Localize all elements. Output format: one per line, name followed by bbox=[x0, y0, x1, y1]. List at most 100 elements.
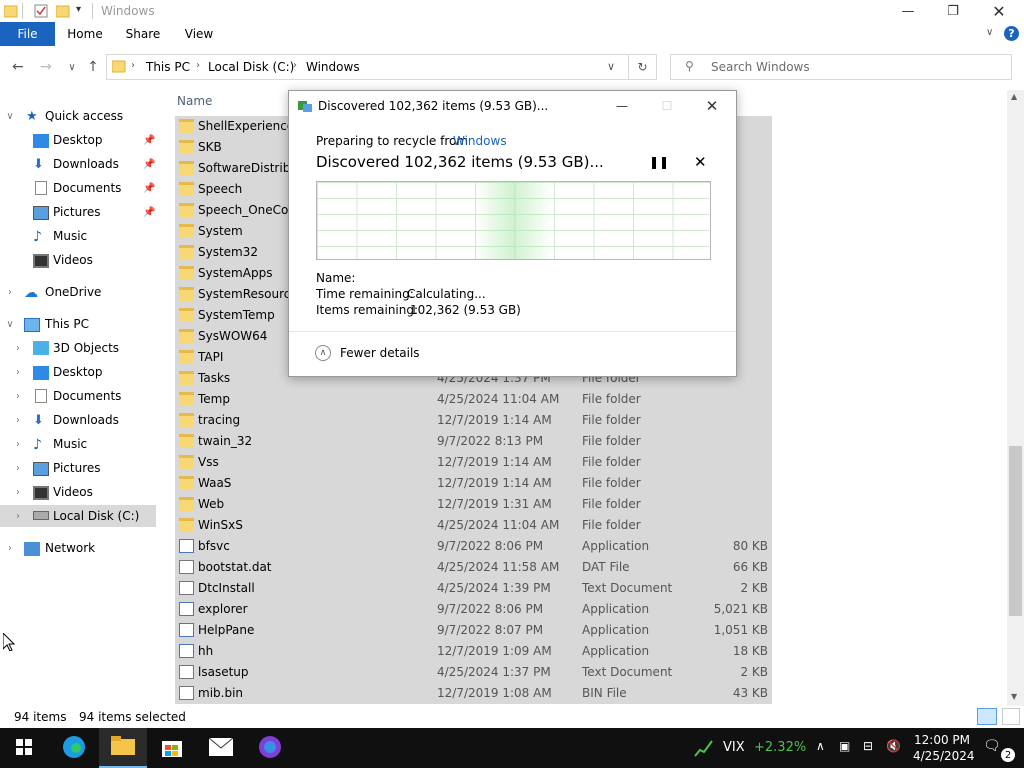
breadcrumb-local-disk[interactable]: Local Disk (C:) bbox=[208, 60, 294, 74]
breadcrumb-windows[interactable]: Windows bbox=[306, 60, 360, 74]
start-button[interactable] bbox=[0, 728, 48, 768]
file-row[interactable]: Web 12/7/2019 1:31 AM File folder bbox=[175, 494, 772, 515]
file-row[interactable]: hh 12/7/2019 1:09 AM Application 18 KB bbox=[175, 641, 772, 662]
file-row[interactable]: bootstat.dat 4/25/2024 11:58 AM DAT File 66… bbox=[175, 557, 772, 578]
stock-change[interactable]: +2.32% bbox=[754, 740, 806, 755]
nav-music[interactable]: ♪ Music bbox=[0, 225, 156, 247]
nav-local-disk[interactable]: › Local Disk (C:) bbox=[0, 505, 156, 527]
tab-home[interactable]: Home bbox=[60, 22, 110, 46]
file-row[interactable]: WinSxS 4/25/2024 11:04 AM File folder bbox=[175, 515, 772, 536]
clock-date[interactable]: 4/25/2024 bbox=[913, 749, 975, 763]
search-input[interactable]: ⚲ Search Windows bbox=[670, 54, 1012, 80]
details-view-icon[interactable] bbox=[977, 708, 997, 725]
file-row[interactable]: HelpPane 9/7/2022 8:07 PM Application 1,051… bbox=[175, 620, 772, 641]
pin-icon: 📌 bbox=[143, 158, 156, 170]
stock-name[interactable]: VIX bbox=[723, 740, 745, 755]
dialog-minimize-button[interactable]: — bbox=[607, 93, 637, 119]
chevron-right-icon[interactable]: › bbox=[12, 487, 24, 498]
nav-desktop-pc[interactable]: › Desktop bbox=[0, 361, 156, 383]
vertical-scrollbar[interactable]: ▲ ▼ bbox=[1007, 90, 1024, 706]
up-button[interactable]: ↑ bbox=[83, 57, 103, 77]
nav-pictures[interactable]: Pictures 📌 bbox=[0, 201, 156, 223]
chevron-right-icon[interactable]: › bbox=[12, 511, 24, 522]
chevron-down-icon[interactable]: ∨ bbox=[4, 111, 16, 122]
customize-qat-icon[interactable]: ▾ bbox=[76, 4, 81, 15]
expand-ribbon-icon[interactable]: ∨ bbox=[986, 27, 993, 38]
breadcrumb-this-pc[interactable]: This PC bbox=[146, 60, 190, 74]
help-icon[interactable]: ? bbox=[1004, 26, 1019, 41]
meet-now-icon[interactable]: ▣ bbox=[839, 739, 850, 753]
large-icons-view-icon[interactable] bbox=[1002, 708, 1020, 725]
dialog-maximize-button[interactable]: ☐ bbox=[652, 93, 682, 119]
taskbar-edge[interactable] bbox=[50, 728, 98, 768]
nav-quick-access[interactable]: ∨ ★ Quick access bbox=[0, 105, 156, 127]
pause-button[interactable]: ❚❚ bbox=[649, 155, 669, 169]
stock-chart-icon[interactable] bbox=[694, 738, 714, 761]
properties-icon[interactable] bbox=[34, 4, 48, 18]
source-folder-link[interactable]: Windows bbox=[453, 134, 507, 148]
nav-downloads[interactable]: ⬇ Downloads 📌 bbox=[0, 153, 156, 175]
tab-view[interactable]: View bbox=[174, 22, 224, 46]
show-hidden-icons[interactable]: ∧ bbox=[816, 739, 825, 753]
nav-3d-objects[interactable]: › 3D Objects bbox=[0, 337, 156, 359]
taskbar-file-explorer[interactable] bbox=[99, 728, 147, 768]
file-row[interactable]: lsasetup 4/25/2024 1:37 PM Text Document 2 … bbox=[175, 662, 772, 683]
chevron-right-icon[interactable]: › bbox=[12, 367, 24, 378]
file-row[interactable]: Vss 12/7/2019 1:14 AM File folder bbox=[175, 452, 772, 473]
volume-muted-icon[interactable]: 🔇 bbox=[886, 739, 901, 753]
chevron-right-icon[interactable]: › bbox=[4, 287, 16, 298]
nav-documents[interactable]: Documents 📌 bbox=[0, 177, 156, 199]
column-header-name[interactable]: Name bbox=[177, 94, 212, 108]
taskbar-firefox[interactable] bbox=[246, 728, 294, 768]
clock-time[interactable]: 12:00 PM bbox=[914, 733, 970, 747]
nav-network[interactable]: › Network bbox=[0, 537, 156, 559]
chevron-right-icon[interactable]: › bbox=[12, 439, 24, 450]
recent-locations-button[interactable]: ∨ bbox=[62, 57, 82, 77]
back-button[interactable]: ← bbox=[8, 57, 28, 77]
file-row[interactable]: DtcInstall 4/25/2024 1:39 PM Text Document… bbox=[175, 578, 772, 599]
file-row[interactable]: Temp 4/25/2024 11:04 AM File folder bbox=[175, 389, 772, 410]
nav-this-pc[interactable]: ∨ This PC bbox=[0, 313, 156, 335]
address-bar[interactable]: › This PC › Local Disk (C:) › Windows ∨ bbox=[106, 54, 629, 80]
file-name: SKB bbox=[198, 140, 222, 154]
fewer-details-button[interactable]: ∧ Fewer details bbox=[315, 345, 475, 365]
nav-documents-pc[interactable]: › Documents bbox=[0, 385, 156, 407]
nav-videos-pc[interactable]: › Videos bbox=[0, 481, 156, 503]
nav-downloads-pc[interactable]: › ⬇ Downloads bbox=[0, 409, 156, 431]
chevron-right-icon[interactable]: › bbox=[4, 543, 16, 554]
chevron-right-icon[interactable]: › bbox=[12, 391, 24, 402]
file-row[interactable]: mib.bin 12/7/2019 1:08 AM BIN File 43 KB bbox=[175, 683, 772, 704]
scroll-down-icon[interactable]: ▼ bbox=[1011, 692, 1017, 701]
nav-pictures-pc[interactable]: › Pictures bbox=[0, 457, 156, 479]
chevron-right-icon[interactable]: › bbox=[12, 415, 24, 426]
cancel-button[interactable]: ✕ bbox=[694, 153, 707, 171]
file-row[interactable]: bfsvc 9/7/2022 8:06 PM Application 80 KB bbox=[175, 536, 772, 557]
file-row[interactable]: tracing 12/7/2019 1:14 AM File folder bbox=[175, 410, 772, 431]
scroll-up-icon[interactable]: ▲ bbox=[1011, 92, 1017, 101]
network-status-icon[interactable]: ⊟ bbox=[863, 739, 873, 753]
chevron-right-icon[interactable]: › bbox=[12, 343, 24, 354]
tab-share[interactable]: Share bbox=[118, 22, 168, 46]
notification-center-icon[interactable]: 🗨 bbox=[983, 738, 1001, 754]
nav-music-pc[interactable]: › ♪ Music bbox=[0, 433, 156, 455]
nav-videos[interactable]: Videos bbox=[0, 249, 156, 271]
minimize-button[interactable]: — bbox=[885, 0, 931, 22]
file-row[interactable]: explorer 9/7/2022 8:06 PM Application 5,021… bbox=[175, 599, 772, 620]
forward-button[interactable]: → bbox=[36, 57, 56, 77]
new-folder-icon[interactable] bbox=[55, 4, 70, 18]
taskbar-store[interactable] bbox=[148, 728, 196, 768]
close-button[interactable]: ✕ bbox=[976, 0, 1022, 22]
maximize-button[interactable]: ❐ bbox=[930, 0, 976, 22]
taskbar-mail[interactable] bbox=[197, 728, 245, 768]
refresh-button[interactable]: ↻ bbox=[629, 54, 657, 80]
file-row[interactable]: twain_32 9/7/2022 8:13 PM File folder bbox=[175, 431, 772, 452]
dialog-close-button[interactable]: ✕ bbox=[697, 93, 727, 119]
chevron-down-icon[interactable]: ∨ bbox=[4, 319, 16, 330]
nav-onedrive[interactable]: › ☁ OneDrive bbox=[0, 281, 156, 303]
file-row[interactable]: WaaS 12/7/2019 1:14 AM File folder bbox=[175, 473, 772, 494]
nav-desktop[interactable]: Desktop 📌 bbox=[0, 129, 156, 151]
scrollbar-thumb[interactable] bbox=[1009, 446, 1022, 616]
tab-file[interactable]: File bbox=[0, 22, 55, 46]
chevron-right-icon[interactable]: › bbox=[12, 463, 24, 474]
address-dropdown-icon[interactable]: ∨ bbox=[607, 60, 615, 73]
